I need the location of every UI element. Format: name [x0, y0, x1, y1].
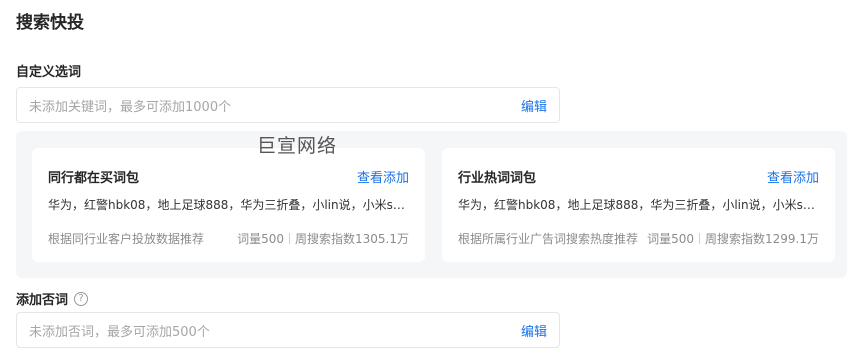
package-stats: 词量500 周搜索指数1299.1万 — [647, 230, 819, 247]
word-packages-panel: 同行都在买词包 查看添加 华为，红警hbk08，地上足球888，华为三折叠，小l… — [16, 131, 847, 278]
package-footer: 根据所属行业广告词搜索热度推荐 词量500 周搜索指数1299.1万 — [458, 230, 819, 247]
stat-divider — [699, 233, 700, 244]
negative-words-label: 添加否词 ? — [16, 289, 89, 308]
custom-words-label-text: 自定义选词 — [16, 65, 82, 80]
watermark: 巨宣网络 — [257, 135, 338, 157]
negative-words-label-text: 添加否词 — [16, 293, 69, 308]
package-footer: 根据同行业客户投放数据推荐 词量500 周搜索指数1305.1万 — [48, 230, 409, 247]
negative-words-edit-link[interactable]: 编辑 — [521, 321, 547, 340]
custom-words-edit-link[interactable]: 编辑 — [521, 96, 547, 115]
stat-divider — [289, 233, 290, 244]
package-view-add-link[interactable]: 查看添加 — [767, 167, 819, 186]
custom-words-placeholder: 未添加关键词，最多可添加1000个 — [29, 99, 232, 115]
package-card-header: 行业热词词包 查看添加 — [458, 167, 819, 186]
package-title: 同行都在买词包 — [48, 171, 140, 186]
custom-words-label: 自定义选词 — [16, 61, 81, 80]
question-circle-icon[interactable]: ? — [74, 291, 89, 306]
page-title: 搜索快投 — [16, 13, 84, 33]
package-source: 根据所属行业广告词搜索热度推荐 — [458, 232, 639, 246]
package-weekly-index: 周搜索指数1305.1万 — [295, 232, 409, 246]
negative-words-placeholder: 未添加否词，最多可添加500个 — [29, 324, 210, 340]
package-volume: 词量500 — [647, 232, 694, 246]
custom-words-field[interactable]: 未添加关键词，最多可添加1000个 编辑 — [16, 87, 560, 123]
package-words: 华为，红警hbk08，地上足球888，华为三折叠，小lin说，小米su... — [458, 198, 819, 212]
negative-words-field[interactable]: 未添加否词，最多可添加500个 编辑 — [16, 312, 560, 348]
package-title: 行业热词词包 — [458, 171, 537, 186]
package-card-header: 同行都在买词包 查看添加 — [48, 167, 409, 186]
package-volume: 词量500 — [237, 232, 284, 246]
package-stats: 词量500 周搜索指数1305.1万 — [237, 230, 409, 247]
package-source: 根据同行业客户投放数据推荐 — [48, 232, 205, 246]
package-words: 华为，红警hbk08，地上足球888，华为三折叠，小lin说，小米su... — [48, 198, 409, 212]
package-card-peer: 同行都在买词包 查看添加 华为，红警hbk08，地上足球888，华为三折叠，小l… — [32, 148, 425, 262]
package-view-add-link[interactable]: 查看添加 — [357, 167, 409, 186]
package-weekly-index: 周搜索指数1299.1万 — [705, 232, 819, 246]
package-card-industry: 行业热词词包 查看添加 华为，红警hbk08，地上足球888，华为三折叠，小li… — [442, 148, 835, 262]
